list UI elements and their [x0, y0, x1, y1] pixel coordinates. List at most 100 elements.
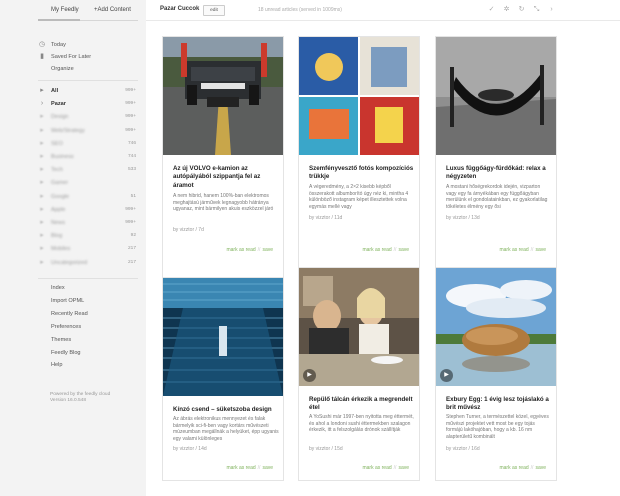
refresh-icon[interactable]: ↻ [517, 5, 526, 14]
article-card[interactable]: Luxus függőágy-fürdőkád: relax a négyzet… [435, 36, 557, 296]
article-card[interactable]: Szemfényvesztő fotós kompozíciós trükkje… [298, 36, 420, 296]
category-count: 51 [130, 193, 136, 199]
save-button[interactable]: save [535, 247, 546, 253]
sidebar-item-organize[interactable]: Organize [38, 64, 138, 75]
article-actions: mark as read//save [499, 465, 546, 471]
mark-all-read-icon[interactable]: ✓ [487, 5, 496, 14]
folder-icon: › [40, 100, 44, 108]
mark-as-read-button[interactable]: mark as read [226, 247, 255, 253]
sidebar-category-item[interactable]: ▸ Apple 999+ [38, 205, 138, 216]
article-thumbnail[interactable] [436, 37, 556, 155]
sidebar-link-label: Themes [51, 336, 72, 343]
category-count: 217 [127, 259, 136, 265]
mark-as-read-button[interactable]: mark as read [362, 465, 391, 471]
action-separator: // [257, 247, 261, 253]
category-count: 746 [127, 140, 136, 146]
folder-icon: ▸ [40, 179, 44, 187]
sidebar-tabs: My Feedly +Add Content [38, 6, 138, 21]
sidebar-category-item[interactable]: ▸ Blog 92 [38, 231, 138, 242]
sidebar-category-item[interactable]: ▸ Web/Strategy 999+ [38, 126, 138, 137]
folder-icon: ▸ [40, 192, 44, 200]
article-thumbnail[interactable] [299, 37, 419, 155]
mark-as-read-button[interactable]: mark as read [226, 465, 255, 471]
category-label: Business [51, 154, 74, 160]
settings-gear-icon[interactable]: ✲ [502, 5, 511, 14]
folder-icon: ▸ [40, 219, 44, 226]
sidebar-link[interactable]: Feedly Blog [38, 348, 138, 359]
play-video-icon[interactable]: ▶ [440, 369, 453, 382]
folder-icon: ▸ [40, 232, 44, 240]
article-title[interactable]: Kínzó csend – süketszoba design [173, 406, 281, 414]
category-count: 999+ [125, 101, 136, 107]
folder-icon: ▸ [40, 245, 44, 253]
article-actions: mark as read//save [362, 247, 409, 253]
sidebar-category-item[interactable]: ▸ News 999+ [38, 218, 138, 229]
sidebar-category-item[interactable]: ▸ Business 744 [38, 152, 138, 163]
sidebar-divider [38, 278, 138, 279]
article-thumbnail[interactable]: ▶ [436, 268, 556, 386]
sidebar-category-item[interactable]: ▸ SEO 746 [38, 139, 138, 150]
tab-my-feedly[interactable]: My Feedly [51, 7, 79, 13]
category-label: Google [51, 193, 70, 200]
article-snippet: A mostani hőségrekordok idején, vizparto… [446, 184, 548, 210]
sidebar-category-item[interactable]: ▸ Design 999+ [38, 112, 138, 123]
article-card[interactable]: ▶ Exbury Egg: 1 évig lesz tojáslakó a bri… [435, 267, 557, 481]
sidebar-category-item[interactable]: ▸ Mobiles 217 [38, 244, 138, 255]
category-count: 999+ [125, 127, 136, 133]
article-card[interactable]: ▶ Repülő tálcán érkezik a megrendelt étel… [298, 267, 420, 481]
action-separator: // [530, 247, 534, 253]
category-label: Uncategorized [51, 259, 88, 266]
sidebar-category-item[interactable]: ▸ Tech 533 [38, 165, 138, 176]
next-icon[interactable]: › [547, 5, 556, 14]
version-text: Version 16.0.548 [50, 398, 87, 403]
edit-button[interactable]: edit [203, 5, 225, 16]
article-meta: by vizztor / 13d [446, 215, 480, 221]
mark-as-read-button[interactable]: mark as read [499, 465, 528, 471]
category-label: Blog [51, 233, 63, 240]
shrink-icon[interactable]: ⤡ [532, 5, 541, 14]
save-button[interactable]: save [398, 247, 409, 253]
article-card[interactable]: Kínzó csend – süketszoba design Az ábrás … [162, 277, 284, 481]
category-label: News [51, 220, 65, 226]
category-count: 999+ [125, 88, 136, 93]
article-snippet: Az ábrás elektronikus mennyezet és falak… [173, 416, 279, 442]
article-title[interactable]: Az új VOLVO e-kamion az autópályából szi… [173, 165, 281, 190]
sidebar-category-item[interactable]: ▸ Gamer [38, 178, 138, 189]
sidebar-link[interactable]: Help [38, 360, 138, 371]
save-button[interactable]: save [398, 465, 409, 471]
mark-as-read-button[interactable]: mark as read [362, 247, 391, 253]
article-title[interactable]: Exbury Egg: 1 évig lesz tojáslakó a brit… [446, 396, 554, 413]
article-title[interactable]: Szemfényvesztő fotós kompozíciós trükkje [309, 165, 417, 182]
save-button[interactable]: save [262, 465, 273, 471]
article-title[interactable]: Repülő tálcán érkezik a megrendelt étel [309, 396, 417, 413]
sidebar-link[interactable]: Index [38, 283, 138, 294]
save-button[interactable]: save [262, 247, 273, 253]
article-thumbnail[interactable] [163, 278, 283, 396]
sidebar-link[interactable]: Preferences [38, 322, 138, 333]
play-video-icon[interactable]: ▶ [303, 369, 316, 382]
sidebar-category-item[interactable]: ▸ Uncategorized 217 [38, 258, 138, 269]
article-thumbnail[interactable] [163, 37, 283, 155]
sidebar-item-saved[interactable]: ▮ Saved For Later [38, 52, 138, 63]
save-button[interactable]: save [535, 465, 546, 471]
sidebar-item-label: Saved For Later [51, 54, 92, 60]
sidebar-link[interactable]: Themes [38, 335, 138, 346]
article-actions: mark as read//save [226, 247, 273, 253]
folder-icon: ▸ [40, 166, 44, 174]
tab-add-content[interactable]: +Add Content [94, 7, 131, 13]
article-snippet: Stephen Turner, a természettel közel, eg… [446, 414, 549, 440]
article-card[interactable]: Az új VOLVO e-kamion az autópályából szi… [162, 36, 284, 296]
category-label: Apple [51, 206, 66, 213]
sidebar-category-item[interactable]: › Pazar 999+ [38, 99, 138, 110]
article-snippet: A YoSushi már 1997-ben nyitotta meg étte… [309, 414, 414, 433]
sidebar-item-today[interactable]: ◷ Today [38, 40, 138, 51]
article-thumbnail[interactable]: ▶ [299, 268, 419, 386]
mark-as-read-button[interactable]: mark as read [499, 247, 528, 253]
article-title[interactable]: Luxus függőágy-fürdőkád: relax a négyzet… [446, 165, 554, 182]
sidebar-link[interactable]: Import OPML [38, 296, 138, 307]
category-count: 533 [127, 167, 136, 173]
sidebar-category-item[interactable]: ▸ Google 51 [38, 192, 138, 203]
sidebar-link[interactable]: Recently Read [38, 309, 138, 320]
today-icon: ◷ [38, 41, 46, 48]
sidebar-category-item[interactable]: ▸ All 999+ [38, 86, 138, 97]
